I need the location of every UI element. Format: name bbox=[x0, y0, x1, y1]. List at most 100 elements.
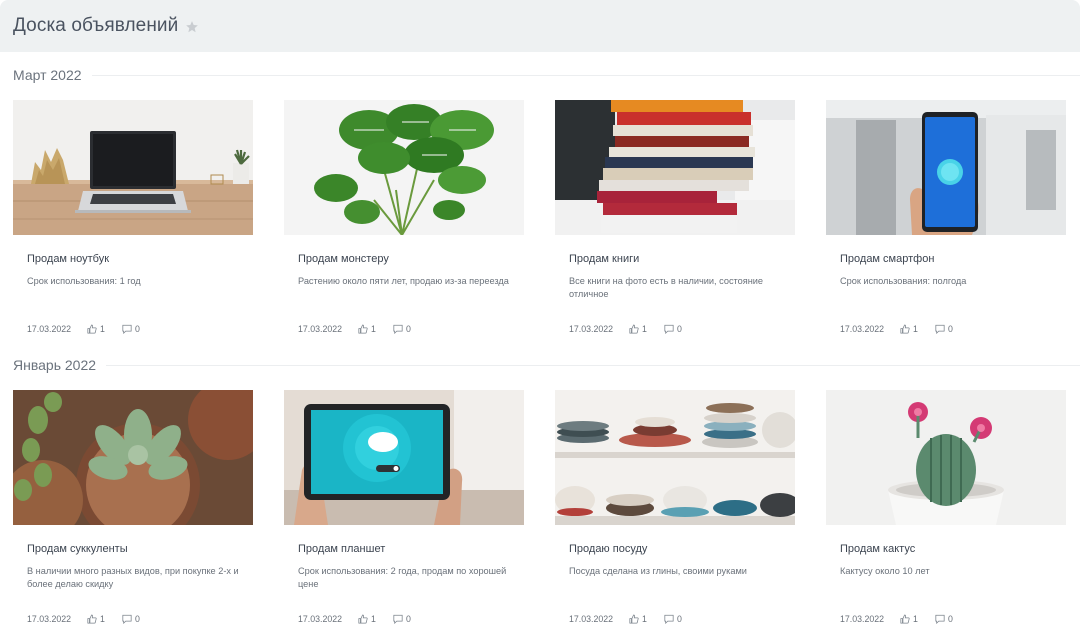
comments-count: 0 bbox=[405, 324, 411, 334]
like-button[interactable]: 1 bbox=[629, 614, 647, 624]
card-description: В наличии много разных видов, при покупк… bbox=[27, 566, 239, 589]
card-title[interactable]: Продам книги bbox=[569, 253, 639, 265]
listing-card[interactable]: Продам книги Все книги на фото есть в на… bbox=[555, 100, 795, 334]
thumbs-up-icon bbox=[358, 614, 368, 624]
listing-card[interactable]: Продам суккуленты В наличии много разных… bbox=[13, 390, 253, 624]
card-title[interactable]: Продам ноутбук bbox=[27, 253, 109, 265]
cactus-photo[interactable] bbox=[826, 390, 1066, 525]
comments-button[interactable]: 0 bbox=[664, 324, 682, 334]
comments-count: 0 bbox=[134, 324, 140, 334]
thumbs-up-icon bbox=[629, 614, 639, 624]
like-button[interactable]: 1 bbox=[629, 324, 647, 334]
card-description: Посуда сделана из глины, своими руками bbox=[569, 566, 747, 576]
thumbs-up-icon bbox=[87, 324, 97, 334]
tablet-photo[interactable] bbox=[284, 390, 524, 525]
comments-count: 0 bbox=[676, 614, 682, 624]
likes-count: 1 bbox=[913, 614, 918, 624]
card-title[interactable]: Продам суккуленты bbox=[27, 543, 128, 555]
card-title[interactable]: Продам планшет bbox=[298, 543, 385, 555]
comments-count: 0 bbox=[947, 324, 953, 334]
card-description: Срок использования: 2 года, продам по хо… bbox=[298, 566, 507, 589]
card-meta: 17.03.2022 1 0 bbox=[27, 323, 140, 335]
card-meta: 17.03.2022 1 0 bbox=[569, 613, 682, 625]
thumbs-up-icon bbox=[900, 324, 910, 334]
thumbs-up-icon bbox=[900, 614, 910, 624]
like-button[interactable]: 1 bbox=[900, 614, 918, 624]
likes-count: 1 bbox=[100, 614, 105, 624]
like-button[interactable]: 1 bbox=[358, 614, 376, 624]
like-button[interactable]: 1 bbox=[87, 324, 105, 334]
star-icon[interactable] bbox=[185, 20, 199, 34]
card-meta: 17.03.2022 1 0 bbox=[840, 323, 953, 335]
succulents-photo[interactable] bbox=[13, 390, 253, 525]
section-title: Январь 2022 bbox=[13, 357, 97, 373]
card-description: Кактусу около 10 лет bbox=[840, 566, 930, 576]
card-meta: 17.03.2022 1 0 bbox=[569, 323, 682, 335]
like-button[interactable]: 1 bbox=[87, 614, 105, 624]
thumbs-up-icon bbox=[629, 324, 639, 334]
books-photo[interactable] bbox=[555, 100, 795, 235]
comments-button[interactable]: 0 bbox=[935, 324, 953, 334]
card-date: 17.03.2022 bbox=[27, 324, 72, 334]
listing-card[interactable]: Продам ноутбук Срок использования: 1 год… bbox=[13, 100, 253, 334]
comment-icon bbox=[393, 324, 403, 334]
card-title[interactable]: Продам смартфон bbox=[840, 253, 934, 265]
comments-count: 0 bbox=[676, 324, 682, 334]
card-date: 17.03.2022 bbox=[569, 614, 614, 624]
comments-button[interactable]: 0 bbox=[664, 614, 682, 624]
likes-count: 1 bbox=[913, 324, 918, 334]
card-date: 17.03.2022 bbox=[840, 324, 885, 334]
card-meta: 17.03.2022 1 0 bbox=[298, 323, 411, 335]
comments-count: 0 bbox=[947, 614, 953, 624]
comment-icon bbox=[935, 614, 945, 624]
listing-card[interactable]: Продам кактус Кактусу около 10 лет 17.03… bbox=[826, 390, 1066, 624]
section-header-march: Март 2022 bbox=[13, 65, 1080, 85]
listing-card[interactable]: Продам смартфон Срок использования: полг… bbox=[826, 100, 1066, 334]
comment-icon bbox=[122, 614, 132, 624]
card-description: Срок использования: полгода bbox=[840, 276, 967, 286]
card-meta: 17.03.2022 1 0 bbox=[27, 613, 140, 625]
like-button[interactable]: 1 bbox=[358, 324, 376, 334]
comment-icon bbox=[664, 324, 674, 334]
thumbs-up-icon bbox=[358, 324, 368, 334]
card-description: Срок использования: 1 год bbox=[27, 276, 141, 286]
comments-count: 0 bbox=[134, 614, 140, 624]
comments-button[interactable]: 0 bbox=[393, 614, 411, 624]
comment-icon bbox=[935, 324, 945, 334]
listing-card[interactable]: Продам монстеру Растению около пяти лет,… bbox=[284, 100, 524, 334]
comments-count: 0 bbox=[405, 614, 411, 624]
card-meta: 17.03.2022 1 0 bbox=[298, 613, 411, 625]
comments-button[interactable]: 0 bbox=[935, 614, 953, 624]
dishes-photo[interactable] bbox=[555, 390, 795, 525]
card-title[interactable]: Продам монстеру bbox=[298, 253, 389, 265]
comments-button[interactable]: 0 bbox=[122, 324, 140, 334]
thumbs-up-icon bbox=[87, 614, 97, 624]
likes-count: 1 bbox=[100, 324, 105, 334]
card-title[interactable]: Продаю посуду bbox=[569, 543, 647, 555]
section-header-january: Январь 2022 bbox=[13, 355, 1080, 375]
comment-icon bbox=[664, 614, 674, 624]
smartphone-photo[interactable] bbox=[826, 100, 1066, 235]
page-header: Доска объявлений bbox=[0, 0, 1080, 52]
listing-card[interactable]: Продам планшет Срок использования: 2 год… bbox=[284, 390, 524, 624]
like-button[interactable]: 1 bbox=[900, 324, 918, 334]
section-divider bbox=[91, 74, 1080, 76]
comments-button[interactable]: 0 bbox=[393, 324, 411, 334]
likes-count: 1 bbox=[371, 324, 376, 334]
card-date: 17.03.2022 bbox=[27, 614, 72, 624]
laptop-photo[interactable] bbox=[13, 100, 253, 235]
likes-count: 1 bbox=[642, 614, 647, 624]
card-date: 17.03.2022 bbox=[298, 614, 343, 624]
monstera-photo[interactable] bbox=[284, 100, 524, 235]
section-title: Март 2022 bbox=[13, 67, 82, 83]
card-meta: 17.03.2022 1 0 bbox=[840, 613, 953, 625]
listing-card[interactable]: Продаю посуду Посуда сделана из глины, с… bbox=[555, 390, 795, 624]
card-date: 17.03.2022 bbox=[840, 614, 885, 624]
comments-button[interactable]: 0 bbox=[122, 614, 140, 624]
comment-icon bbox=[122, 324, 132, 334]
likes-count: 1 bbox=[371, 614, 376, 624]
card-date: 17.03.2022 bbox=[569, 324, 614, 334]
card-description: Все книги на фото есть в наличии, состоя… bbox=[569, 276, 764, 299]
card-title[interactable]: Продам кактус bbox=[840, 543, 915, 555]
likes-count: 1 bbox=[642, 324, 647, 334]
